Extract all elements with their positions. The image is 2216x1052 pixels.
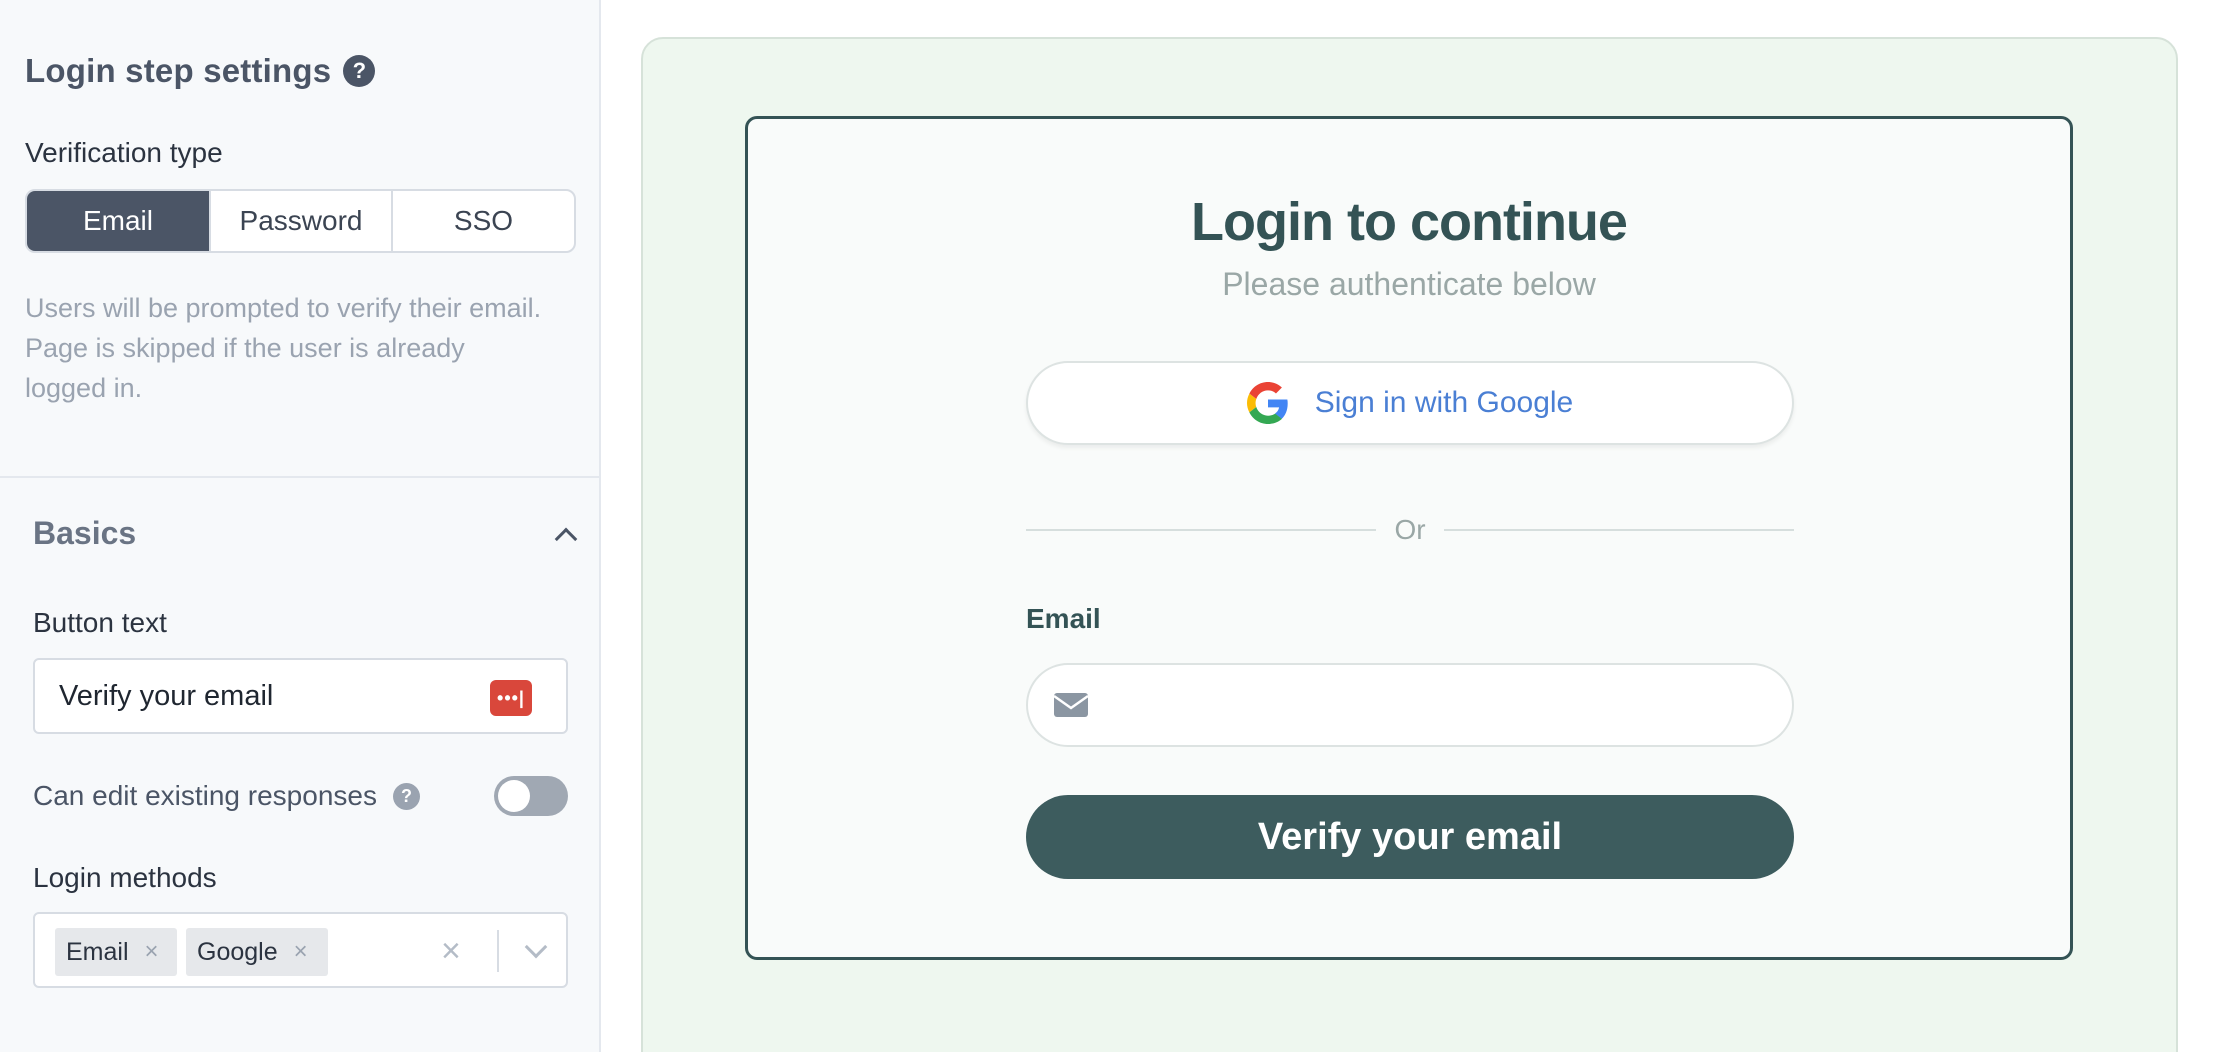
button-text-label: Button text — [33, 607, 167, 638]
verification-type-segmented-control: Email Password SSO — [25, 189, 576, 253]
email-field[interactable] — [1026, 663, 1794, 747]
chip-close-icon[interactable]: × — [145, 938, 159, 966]
email-field-label: Email — [1026, 603, 1101, 634]
verification-option-password[interactable]: Password — [209, 191, 393, 251]
login-method-chip-email: Email × — [55, 928, 177, 976]
verification-description: Users will be prompted to verify their e… — [25, 293, 542, 403]
clear-icon[interactable]: × — [441, 932, 461, 971]
login-methods-multiselect[interactable]: Email × Google × × — [33, 912, 568, 988]
button-text-input[interactable]: Verify your email •••| — [33, 658, 568, 734]
chevron-up-icon[interactable] — [552, 521, 578, 547]
login-method-chip-google: Google × — [186, 928, 328, 976]
chevron-down-icon[interactable] — [521, 936, 549, 964]
select-divider — [497, 930, 499, 972]
verification-option-sso[interactable]: SSO — [393, 191, 574, 251]
verification-option-email[interactable]: Email — [27, 191, 209, 251]
basics-title: Basics — [33, 515, 137, 551]
divider-line — [1443, 529, 1795, 531]
verification-type-label: Verification type — [25, 137, 223, 168]
can-edit-toggle[interactable] — [494, 776, 568, 816]
login-step-settings-header: Login step settings ? — [25, 52, 376, 90]
can-edit-existing-responses-label: Can edit existing responses — [33, 780, 377, 811]
google-logo-icon — [1246, 382, 1288, 424]
login-card: Login to continue Please authenticate be… — [745, 116, 2073, 960]
divider-line — [1026, 529, 1377, 531]
sign-in-with-google-label: Sign in with Google — [1314, 386, 1574, 419]
or-divider: Or — [1026, 510, 1795, 550]
login-methods-label: Login methods — [33, 862, 217, 893]
mail-icon — [1054, 693, 1088, 717]
can-edit-existing-responses-row: Can edit existing responses ? — [33, 774, 568, 818]
button-text-value: Verify your email — [59, 679, 274, 712]
help-icon[interactable]: ? — [343, 55, 376, 87]
login-step-settings-section: Login step settings ? Verification type … — [0, 0, 599, 478]
sign-in-with-google-button[interactable]: Sign in with Google — [1026, 361, 1794, 445]
login-step-settings-title: Login step settings — [25, 52, 332, 89]
verify-your-email-button[interactable]: Verify your email — [1026, 795, 1794, 879]
help-icon[interactable]: ? — [392, 782, 420, 810]
login-card-subtitle: Please authenticate below — [1222, 266, 1596, 302]
chip-label: Google — [197, 937, 278, 966]
chip-label: Email — [66, 937, 129, 966]
basics-section-header[interactable]: Basics — [33, 515, 578, 552]
chip-close-icon[interactable]: × — [294, 938, 308, 966]
login-card-title: Login to continue — [1191, 192, 1628, 252]
password-manager-icon[interactable]: •••| — [490, 680, 532, 716]
or-divider-text: Or — [1394, 514, 1426, 545]
toggle-knob — [498, 780, 530, 812]
settings-sidebar: Login step settings ? Verification type … — [0, 0, 601, 1052]
